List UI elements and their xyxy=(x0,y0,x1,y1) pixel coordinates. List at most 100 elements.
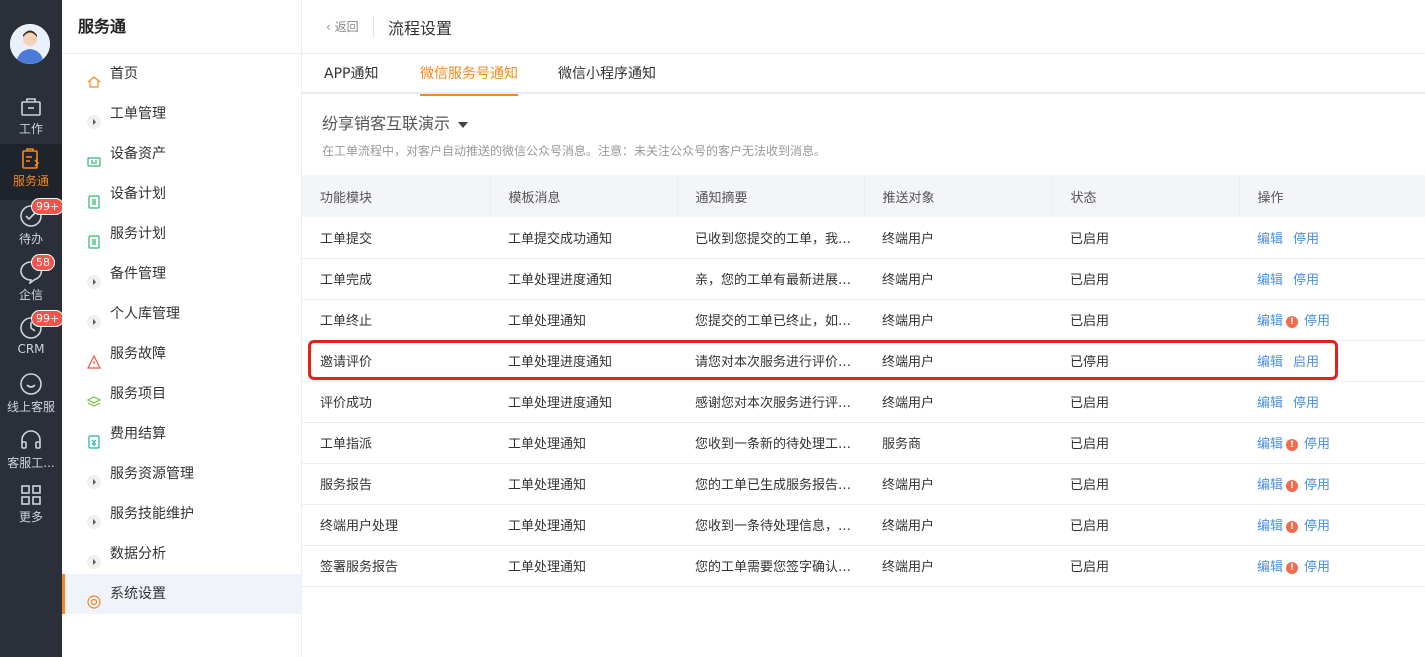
sidebar-item-label: 首页 xyxy=(110,66,138,82)
cell-target: 服务商 xyxy=(864,422,1052,464)
app-rail: 工作 服务通 待办 99+ 企信 58 CRM 99+ 线上客服 客服工... 更多 xyxy=(0,0,65,657)
cell-actions: 编辑! 停用 xyxy=(1239,504,1425,546)
sidebar-item-label: 服务项目 xyxy=(110,386,166,402)
sidebar-item-2[interactable]: 设备资产 xyxy=(62,134,301,174)
rail-item-label: 更多 xyxy=(18,510,43,524)
account-selector[interactable]: 纷享销客互联演示 xyxy=(322,110,469,134)
sidebar-item-9[interactable]: 费用结算 xyxy=(62,414,301,454)
rail-item-5[interactable]: 线上客服 xyxy=(0,368,62,424)
rail-item-label: 待办 xyxy=(18,232,43,246)
cell-actions: 编辑 启用 xyxy=(1239,340,1425,382)
notification-badge: 99+ xyxy=(31,310,65,327)
rail-item-0[interactable]: 工作 xyxy=(0,92,62,148)
cell-actions: 编辑! 停用 xyxy=(1239,422,1425,464)
edit-link[interactable]: 编辑 xyxy=(1257,437,1283,452)
cell-target: 终端用户 xyxy=(864,340,1052,382)
disable-link[interactable]: 停用 xyxy=(1304,314,1330,329)
sidebar-item-12[interactable]: 数据分析 xyxy=(62,534,301,574)
cell-summary: 您的工单已生成服务报告… xyxy=(677,463,864,505)
chevron-left-icon: ‹ xyxy=(326,20,331,34)
cell-template: 工单处理通知 xyxy=(490,422,677,464)
cell-template: 工单处理通知 xyxy=(490,545,677,587)
sidebar-item-label: 工单管理 xyxy=(110,106,166,122)
column-header: 模板消息 xyxy=(490,175,678,217)
edit-link[interactable]: 编辑 xyxy=(1257,314,1283,329)
cell-module: 邀请评价 xyxy=(302,340,490,382)
cell-status: 已启用 xyxy=(1052,258,1239,300)
rail-item-7[interactable]: 更多 xyxy=(0,480,62,536)
cell-target: 终端用户 xyxy=(864,463,1052,505)
sidebar-item-10[interactable]: 服务资源管理 xyxy=(62,454,301,494)
cell-actions: 编辑! 停用 xyxy=(1239,463,1425,505)
rail-item-label: 服务通 xyxy=(12,174,49,188)
cell-template: 工单处理进度通知 xyxy=(490,258,677,300)
top-bar: ‹ 返回 流程设置 xyxy=(302,0,1425,54)
cell-module: 工单终止 xyxy=(302,299,490,341)
sidebar-item-8[interactable]: 服务项目 xyxy=(62,374,301,414)
warning-icon: ! xyxy=(1286,438,1299,451)
sidebar-item-label: 个人库管理 xyxy=(110,306,180,322)
edit-link[interactable]: 编辑 xyxy=(1257,478,1283,493)
sidebar-item-0[interactable]: 首页 xyxy=(62,54,301,94)
sidebar-item-7[interactable]: 服务故障 xyxy=(62,334,301,374)
cell-actions: 编辑! 停用 xyxy=(1239,299,1425,341)
cell-template: 工单处理通知 xyxy=(490,463,677,505)
edit-link[interactable]: 编辑 xyxy=(1257,519,1283,534)
cell-summary: 请您对本次服务进行评价… xyxy=(677,340,864,382)
tab-app[interactable]: APP通知 xyxy=(324,54,378,94)
warning-icon: ! xyxy=(1286,315,1299,328)
cell-target: 终端用户 xyxy=(864,545,1052,587)
caret-down-icon xyxy=(458,121,469,128)
account-name: 纷享销客互联演示 xyxy=(322,114,451,133)
page-title: 流程设置 xyxy=(388,19,453,38)
disable-link[interactable]: 停用 xyxy=(1293,273,1319,288)
cell-module: 工单完成 xyxy=(302,258,490,300)
back-button[interactable]: ‹ 返回 xyxy=(326,18,359,35)
rail-item-4[interactable]: CRM 99+ xyxy=(0,310,65,368)
table-row: 服务报告 工单处理通知 您的工单已生成服务报告… 终端用户 已启用 编辑! 停用 xyxy=(302,463,1425,505)
edit-link[interactable]: 编辑 xyxy=(1257,232,1283,247)
edit-link[interactable]: 编辑 xyxy=(1257,560,1283,575)
table-row: 签署服务报告 工单处理通知 您的工单需要您签字确认… 终端用户 已启用 编辑! 停用 xyxy=(302,545,1425,587)
edit-link[interactable]: 编辑 xyxy=(1257,355,1283,370)
avatar[interactable] xyxy=(10,24,50,64)
cell-summary: 感谢您对本次服务进行评… xyxy=(677,381,864,423)
expand-arrow-icon xyxy=(86,466,102,489)
tab-wechat-miniprogram[interactable]: 微信小程序通知 xyxy=(558,54,656,94)
rail-item-6[interactable]: 客服工... xyxy=(0,424,62,480)
cell-summary: 已收到您提交的工单，我… xyxy=(677,217,864,259)
cell-status: 已停用 xyxy=(1052,340,1239,382)
sidebar-item-6[interactable]: 个人库管理 xyxy=(62,294,301,334)
disable-link[interactable]: 停用 xyxy=(1293,232,1319,247)
tab-wechat-service[interactable]: 微信服务号通知 xyxy=(420,54,518,96)
disable-link[interactable]: 停用 xyxy=(1304,478,1330,493)
sidebar-item-11[interactable]: 服务技能维护 xyxy=(62,494,301,534)
sidebar-item-label: 服务计划 xyxy=(110,226,166,242)
sidebar-item-label: 服务技能维护 xyxy=(110,506,194,522)
sidebar-item-1[interactable]: 工单管理 xyxy=(62,94,301,134)
enable-link[interactable]: 启用 xyxy=(1293,355,1319,370)
disable-link[interactable]: 停用 xyxy=(1304,519,1330,534)
sidebar-item-5[interactable]: 备件管理 xyxy=(62,254,301,294)
cell-actions: 编辑 停用 xyxy=(1239,217,1425,259)
disable-link[interactable]: 停用 xyxy=(1293,396,1319,411)
sidebar-item-13[interactable]: 系统设置 xyxy=(62,574,301,614)
layers-icon xyxy=(86,386,102,407)
rail-item-1[interactable]: 服务通 xyxy=(0,144,62,200)
sidebar-item-4[interactable]: 服务计划 xyxy=(62,214,301,254)
rail-item-2[interactable]: 待办 99+ xyxy=(0,198,65,256)
warning-icon xyxy=(86,346,102,369)
sidebar-item-3[interactable]: 设备计划 xyxy=(62,174,301,214)
column-header: 状态 xyxy=(1052,175,1240,217)
table-row: 邀请评价 工单处理进度通知 请您对本次服务进行评价… 终端用户 已停用 编辑 启用 xyxy=(302,340,1425,382)
notification-table: 功能模块 模板消息 通知摘要 推送对象 状态 操作 工单提交 工单提交成功通知 已收… xyxy=(302,175,1425,587)
cell-summary: 您收到一条新的待处理工… xyxy=(677,422,864,464)
disable-link[interactable]: 停用 xyxy=(1304,437,1330,452)
disable-link[interactable]: 停用 xyxy=(1304,560,1330,575)
cell-actions: 编辑 停用 xyxy=(1239,258,1425,300)
cell-status: 已启用 xyxy=(1052,299,1239,341)
sidebar-item-label: 备件管理 xyxy=(110,266,166,282)
edit-link[interactable]: 编辑 xyxy=(1257,396,1283,411)
edit-link[interactable]: 编辑 xyxy=(1257,273,1283,288)
rail-item-3[interactable]: 企信 58 xyxy=(0,254,62,312)
